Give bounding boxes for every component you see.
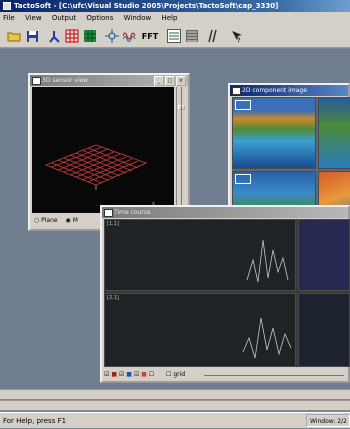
grid-red-icon[interactable] (64, 28, 80, 44)
window-time-course[interactable]: Time course [1,1] [2,1] ☑ ■ ☑ ■ ☑ ■ ☐ ☐ … (100, 205, 350, 383)
window-icon (104, 209, 113, 217)
time-plot-1[interactable]: [1,1] (104, 219, 296, 291)
help-pointer-icon[interactable]: ? (228, 28, 244, 44)
minimize-icon[interactable]: _ (154, 76, 164, 86)
app-icon (3, 2, 11, 10)
grid-checkbox-label: grid (173, 371, 186, 378)
window-title-text: 3D sensor view (42, 77, 88, 84)
time-plot-2[interactable] (298, 219, 350, 291)
menu-window[interactable]: Window (124, 14, 152, 22)
component-image-2[interactable] (318, 97, 350, 169)
mdi-workspace: 3D sensor view _ □ × y x ○ Plane (0, 49, 350, 389)
fft-button[interactable]: FFT (140, 28, 160, 44)
sensor-graph-icon[interactable] (46, 28, 62, 44)
radio-plane-label: Plane (41, 217, 58, 224)
time-plot-line (246, 239, 289, 283)
bottom-panel-2 (0, 400, 350, 410)
maximize-icon[interactable]: □ (165, 76, 175, 86)
menu-file[interactable]: File (3, 14, 15, 22)
window-buttons: _ □ × (154, 76, 186, 86)
svg-text:?: ? (237, 37, 241, 43)
checkbox-1[interactable]: ☑ (104, 371, 109, 378)
app-title-bar: TactoSoft - [C:\ufc\Visual Studio 2005\P… (0, 0, 350, 12)
time-plot-4[interactable] (298, 293, 350, 367)
radio-mesh[interactable]: ◉ M (66, 217, 78, 224)
menu-help[interactable]: Help (161, 14, 177, 22)
series-color-2: ■ (126, 371, 132, 378)
menu-output[interactable]: Output (52, 14, 76, 22)
crosshair-icon[interactable] (104, 28, 120, 44)
window-icon (232, 87, 241, 95)
radio-mesh-label: M (72, 217, 78, 224)
open-folder-icon[interactable] (6, 28, 22, 44)
bottom-panel-1 (0, 389, 350, 399)
grid-green-icon[interactable] (82, 28, 98, 44)
window-icon (32, 77, 41, 85)
time-course-grid: [1,1] [2,1] (104, 219, 350, 367)
menu-view[interactable]: View (25, 14, 42, 22)
time-plot-3[interactable]: [2,1] (104, 293, 296, 367)
window-title-text: 2D component image (242, 87, 307, 94)
vertical-slider[interactable] (176, 87, 186, 213)
series-color-3: ■ (141, 371, 147, 378)
radio-plane[interactable]: ○ Plane (34, 217, 58, 224)
checkbox-3[interactable]: ☑ (134, 371, 139, 378)
app-title: TactoSoft - [C:\ufc\Visual Studio 2005\P… (14, 2, 279, 10)
grid-checkbox[interactable]: ☐ grid (166, 371, 185, 378)
selection-box (235, 100, 251, 110)
slider-track (181, 87, 182, 213)
time-plot-line (242, 317, 292, 359)
menu-options[interactable]: Options (86, 14, 113, 22)
waveform-icon[interactable] (122, 28, 138, 44)
list-icon[interactable] (184, 28, 200, 44)
status-bar: For Help, press F1 Window: 2/2 (0, 412, 350, 428)
toolbar: FFT ? (0, 24, 350, 48)
menu-bar: File View Output Options Window Help (0, 12, 350, 24)
lines-chart-icon[interactable] (166, 28, 182, 44)
close-icon[interactable]: × (176, 76, 186, 86)
status-panel: Window: 2/2 (306, 414, 350, 427)
checkbox-2[interactable]: ☑ (119, 371, 124, 378)
3d-sensor-mesh: y x (44, 144, 155, 213)
series-color-1: ■ (111, 371, 117, 378)
selection-box (235, 174, 251, 184)
window-title[interactable]: 2D component image (230, 85, 348, 96)
checkbox-4[interactable]: ☐ (149, 371, 154, 378)
time-slider-track[interactable] (204, 375, 344, 376)
time-controls: ☑ ■ ☑ ■ ☑ ■ ☐ ☐ grid (104, 369, 350, 381)
save-icon[interactable] (24, 28, 40, 44)
component-image-1[interactable] (232, 97, 316, 169)
window-title-text: Time course (114, 209, 151, 216)
parallel-lines-icon[interactable] (204, 28, 220, 44)
3d-plot-area[interactable]: y x (32, 87, 174, 213)
window-title[interactable]: Time course (102, 207, 348, 218)
status-help-text: For Help, press F1 (3, 417, 67, 425)
